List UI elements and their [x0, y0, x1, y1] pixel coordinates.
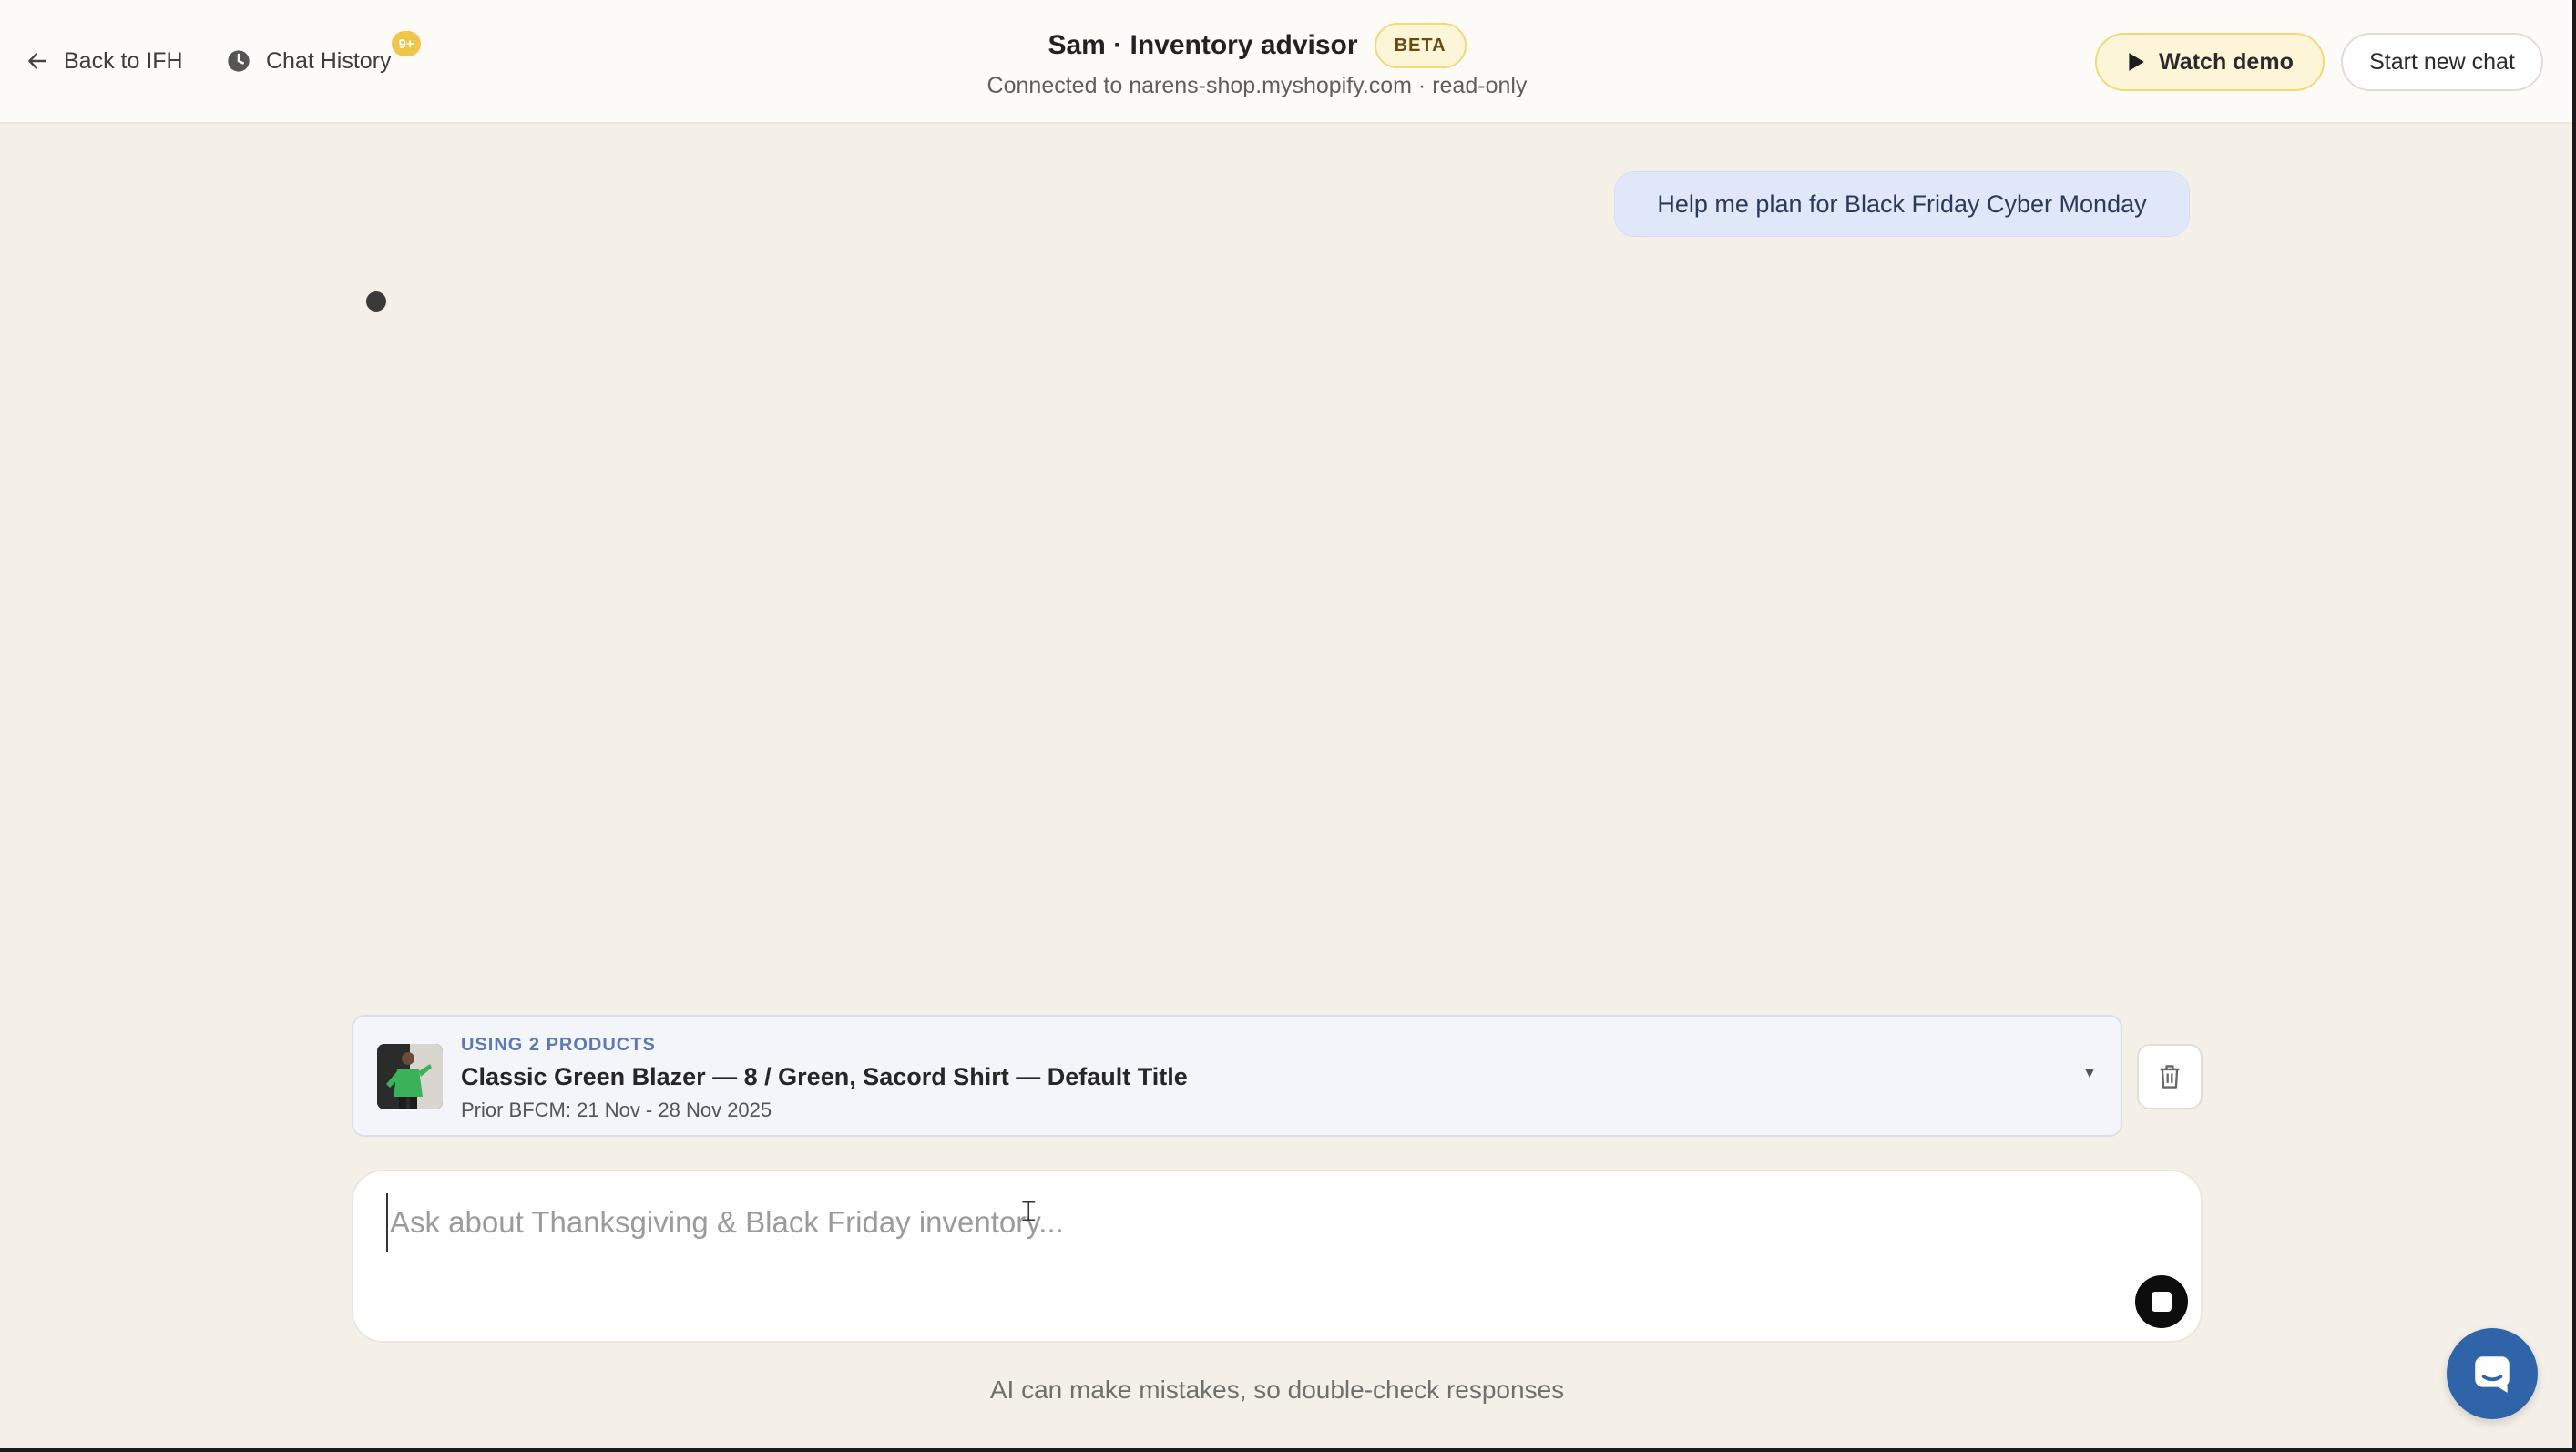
- clear-products-button[interactable]: [2137, 1044, 2203, 1109]
- history-count-badge: 9+: [392, 31, 421, 56]
- product-context-text: USING 2 PRODUCTS Classic Green Blazer — …: [461, 1035, 1188, 1122]
- message-input[interactable]: [386, 1193, 2117, 1252]
- text-cursor-icon: 𝙸: [1018, 1193, 1039, 1228]
- chat-history-link[interactable]: Chat History: [226, 42, 392, 80]
- arrow-left-icon: [28, 53, 46, 69]
- selected-products: Classic Green Blazer — 8 / Green, Sacord…: [461, 1063, 1188, 1090]
- start-new-chat-label: Start new chat: [2369, 48, 2515, 75]
- stop-icon: [2152, 1292, 2172, 1312]
- back-link-label: Back to IFH: [64, 47, 183, 74]
- clock-icon: [228, 50, 250, 72]
- prior-bfcm-range: Prior BFCM: 21 Nov - 28 Nov 2025: [461, 1099, 772, 1121]
- page-title: Sam · Inventory advisor: [1048, 30, 1358, 60]
- product-context-card[interactable]: USING 2 PRODUCTS Classic Green Blazer — …: [352, 1015, 2122, 1137]
- support-chat-launcher[interactable]: [2447, 1328, 2538, 1419]
- chevron-down-icon[interactable]: ▼: [2082, 1066, 2097, 1082]
- back-link[interactable]: Back to IFH: [26, 42, 183, 80]
- ai-disclaimer: AI can make mistakes, so double-check re…: [989, 1375, 1565, 1404]
- window-edge-bottom: [0, 1448, 2576, 1452]
- using-products-label: USING 2 PRODUCTS: [461, 1035, 656, 1055]
- user-message-text: Help me plan for Black Friday Cyber Mond…: [1657, 189, 2147, 218]
- play-icon: [2129, 53, 2144, 71]
- typing-indicator: [366, 291, 386, 312]
- beta-badge: BETA: [1374, 23, 1467, 68]
- connection-status: Connected to narens-shop.myshopify.com ·…: [986, 73, 1528, 98]
- message-composer: [352, 1170, 2203, 1343]
- chat-history-label: Chat History: [266, 47, 392, 74]
- product-thumbnail: [377, 1044, 443, 1109]
- user-message-bubble: Help me plan for Black Friday Cyber Mond…: [1614, 171, 2190, 237]
- title-row: Sam · Inventory advisor BETA: [1048, 22, 1467, 69]
- app-window: Back to IFH Chat History 9+ Sam · Invent…: [0, 0, 2576, 1452]
- trash-icon: [2160, 1065, 2180, 1089]
- stop-generating-button[interactable]: [2135, 1275, 2188, 1328]
- watch-demo-label: Watch demo: [2159, 48, 2294, 75]
- top-header: Back to IFH Chat History 9+ Sam · Invent…: [0, 0, 2572, 124]
- watch-demo-button[interactable]: Watch demo: [2095, 33, 2325, 91]
- title-block: Sam · Inventory advisor BETA Connected t…: [911, 22, 1603, 99]
- start-new-chat-button[interactable]: Start new chat: [2341, 33, 2543, 91]
- chat-bubble-icon: [2475, 1356, 2510, 1393]
- window-edge-right: [2572, 0, 2576, 1452]
